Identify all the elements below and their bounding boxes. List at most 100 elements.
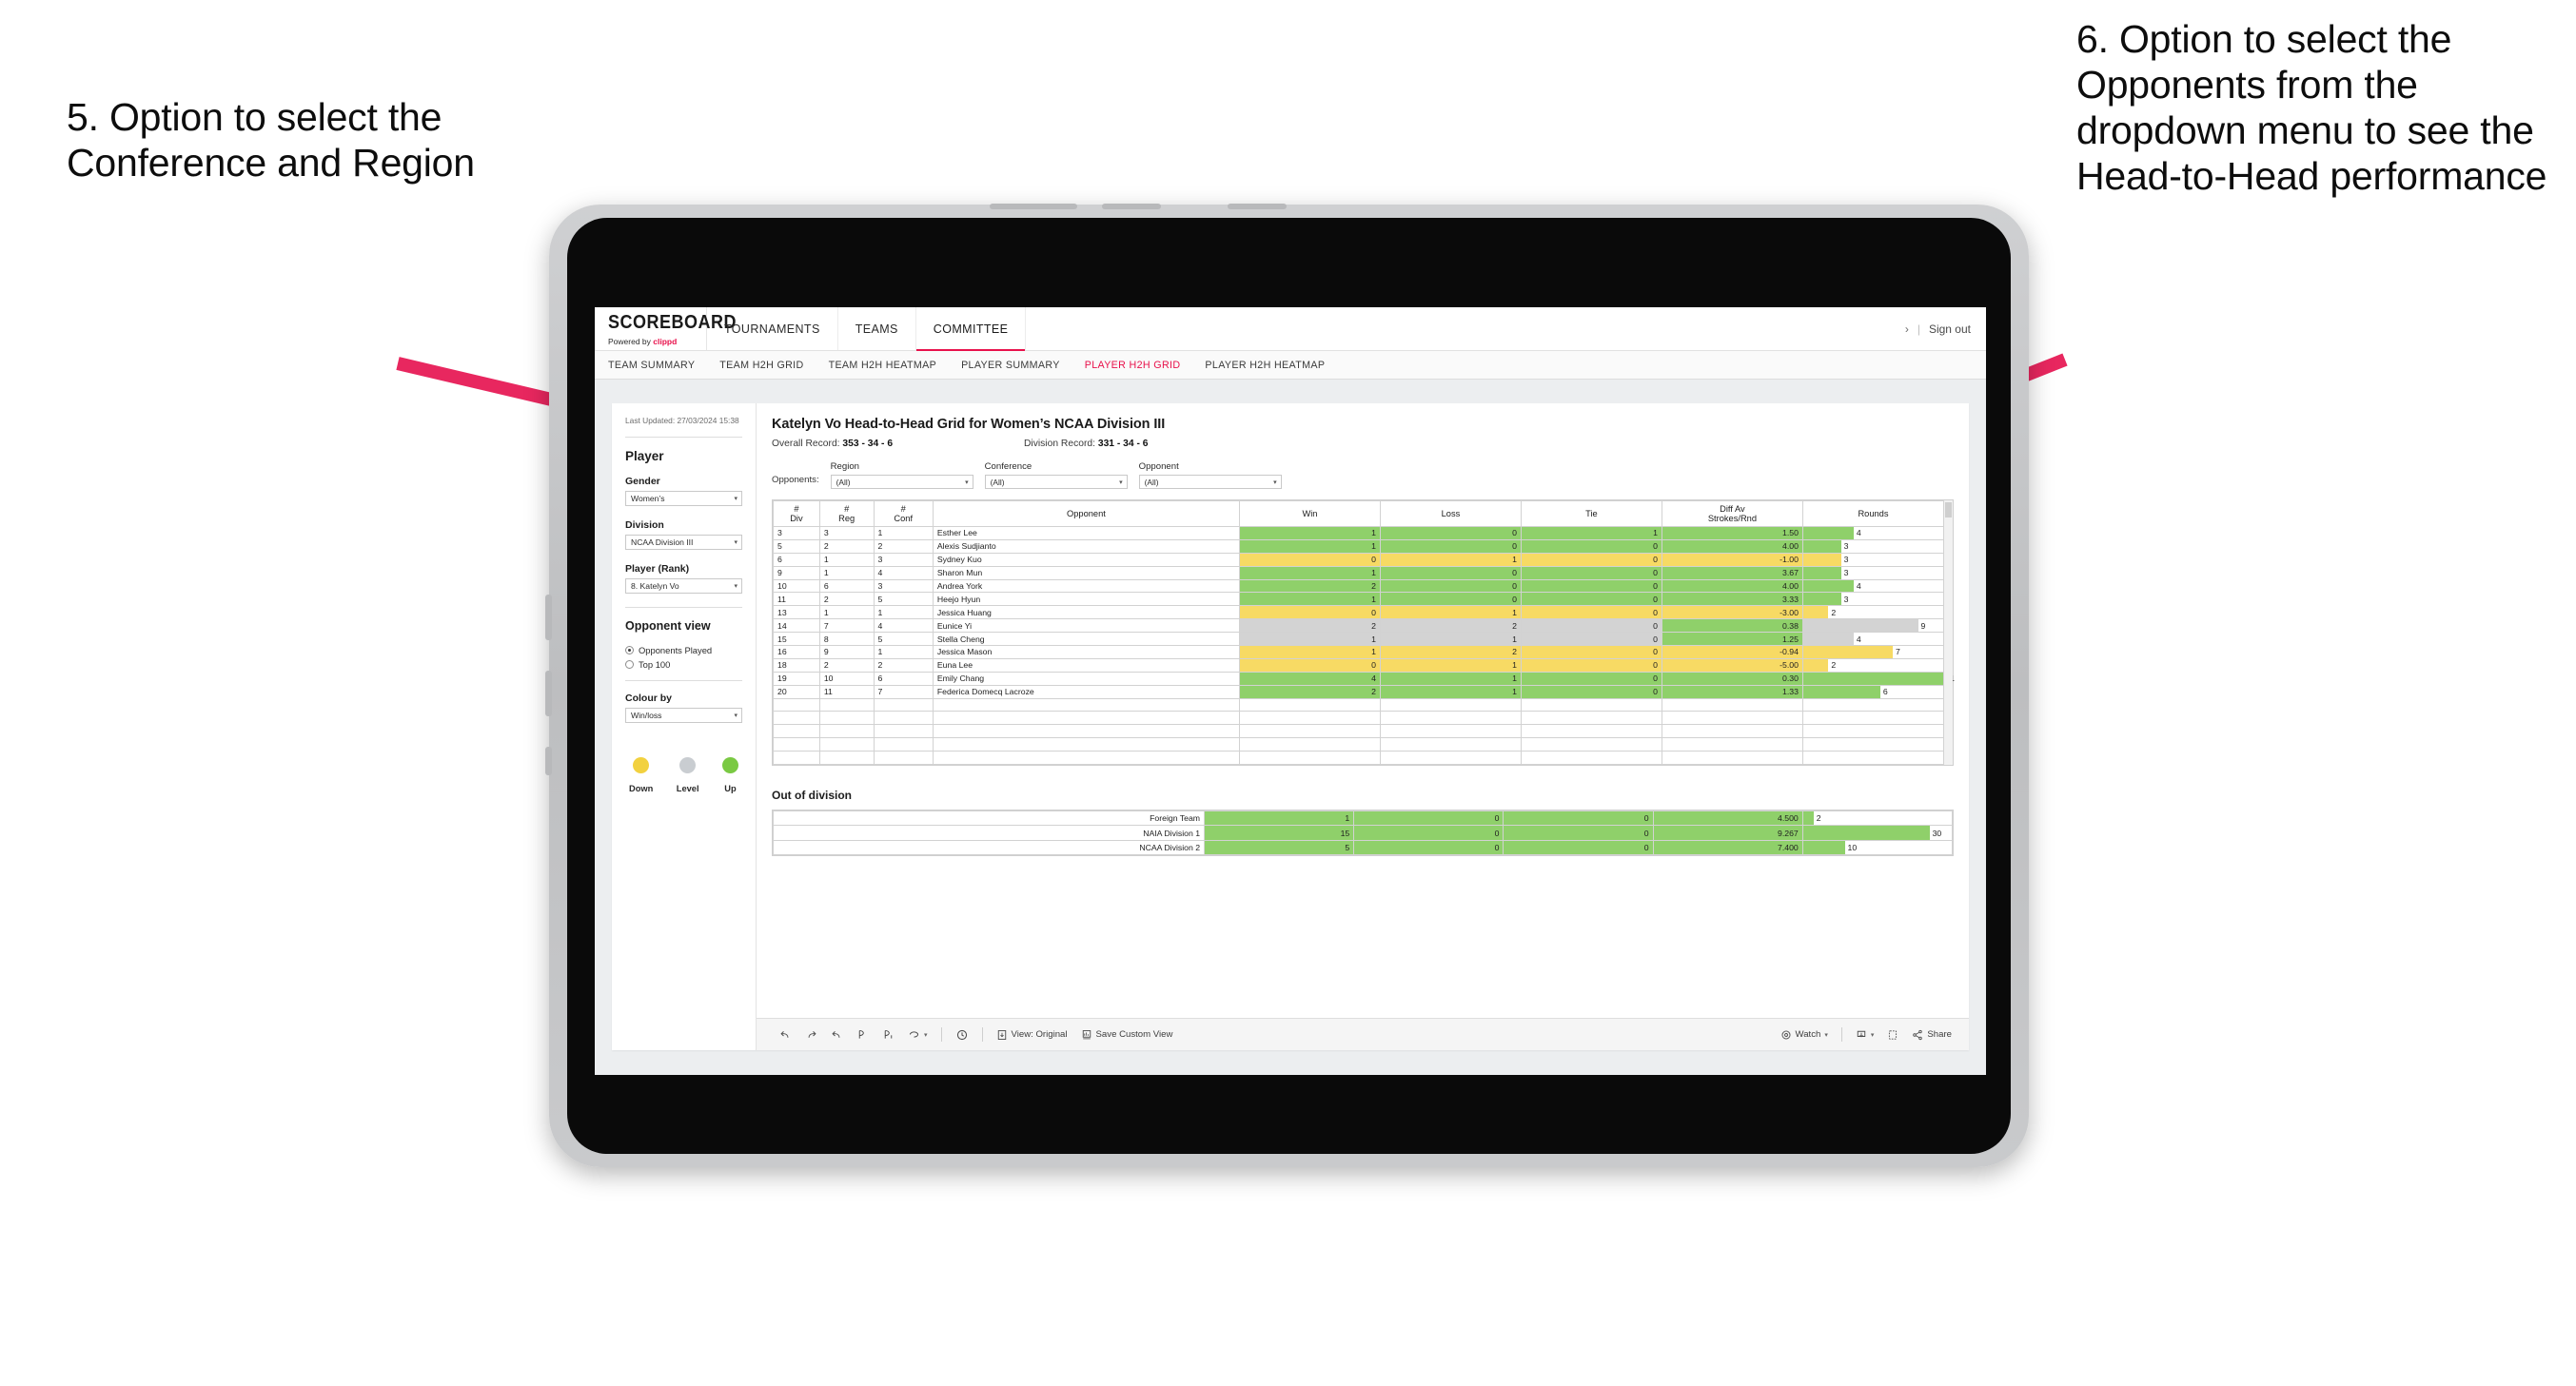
cell-win: 2 bbox=[1238, 618, 1381, 634]
cell-tie: 0 bbox=[1520, 657, 1662, 673]
col-header-conf-l1: # bbox=[900, 504, 906, 514]
player-rank-select[interactable]: 8. Katelyn Vo ▾ bbox=[625, 578, 742, 595]
refresh-icon[interactable] bbox=[856, 1028, 869, 1041]
cell-opponent: Federica Domecq Lacroze bbox=[932, 684, 1240, 699]
cell-ood-diff: 4.500 bbox=[1652, 810, 1803, 827]
subnav-item-player-h2h-grid[interactable]: PLAYER H2H GRID bbox=[1085, 360, 1181, 371]
cell-loss: 2 bbox=[1379, 645, 1522, 659]
opponent-select[interactable]: (All) ▾ bbox=[1138, 475, 1282, 489]
ood-rounds-value: 2 bbox=[1816, 813, 1821, 824]
ood-row[interactable]: NCAA Division 2 5 0 0 7.400 10 bbox=[772, 839, 1954, 856]
topnav-item-teams[interactable]: TEAMS bbox=[838, 307, 916, 350]
col-header-rounds[interactable]: Rounds bbox=[1801, 500, 1945, 527]
table-row[interactable]: 13 1 1 Jessica Huang 0 1 0 -3.00 2 bbox=[773, 605, 1945, 620]
table-row[interactable]: 15 8 5 Stella Cheng 1 1 0 1.25 4 bbox=[773, 632, 1945, 647]
table-row[interactable]: 5 2 2 Alexis Sudjianto 1 0 0 4.00 3 bbox=[773, 538, 1945, 554]
col-header-reg[interactable]: # Reg bbox=[818, 500, 875, 527]
cell-opponent: Emily Chang bbox=[932, 671, 1240, 686]
radio-opponents-played[interactable]: Opponents Played bbox=[625, 645, 742, 655]
redo-icon[interactable] bbox=[805, 1028, 817, 1041]
region-select[interactable]: (All) ▾ bbox=[830, 475, 973, 489]
cell-div: 15 bbox=[773, 632, 820, 647]
revert-icon[interactable] bbox=[831, 1028, 843, 1041]
col-header-opponent[interactable]: Opponent bbox=[932, 500, 1240, 527]
brand-logo[interactable]: SCOREBOARD Powered by clippd bbox=[595, 307, 737, 350]
h2h-grid-wrapper: # Div # Reg # Conf Opponent Win Loss Tie Di… bbox=[772, 499, 1955, 767]
player-rank-label: Player (Rank) bbox=[625, 563, 690, 576]
topnav-item-tournaments[interactable]: TOURNAMENTS bbox=[707, 307, 838, 350]
undo-icon[interactable] bbox=[779, 1028, 792, 1041]
subnav-item-player-summary[interactable]: PLAYER SUMMARY bbox=[961, 360, 1060, 371]
table-row[interactable]: 3 3 1 Esther Lee 1 0 1 1.50 4 bbox=[773, 526, 1945, 540]
division-select[interactable]: NCAA Division III ▾ bbox=[625, 535, 742, 551]
cell-tie: 0 bbox=[1520, 618, 1662, 634]
cell-loss: 0 bbox=[1379, 526, 1522, 540]
grid-scrollbar[interactable] bbox=[1944, 500, 1953, 766]
subnav-item-team-h2h-grid[interactable]: TEAM H2H GRID bbox=[719, 360, 803, 371]
save-custom-view-button[interactable]: Save Custom View bbox=[1081, 1029, 1172, 1041]
table-row[interactable]: 10 6 3 Andrea York 2 0 0 4.00 4 bbox=[773, 578, 1945, 594]
col-header-tie[interactable]: Tie bbox=[1520, 500, 1662, 527]
col-header-reg-l2: Reg bbox=[838, 514, 855, 523]
table-row[interactable]: 20 11 7 Federica Domecq Lacroze 2 1 0 1.33 6 bbox=[773, 684, 1945, 699]
subnav-item-team-summary[interactable]: TEAM SUMMARY bbox=[608, 360, 695, 371]
colour-by-select[interactable]: Win/loss ▾ bbox=[625, 708, 742, 724]
topnav-item-committee[interactable]: COMMITTEE bbox=[915, 307, 1027, 351]
reset-filters-icon[interactable]: ▾ bbox=[908, 1028, 928, 1041]
cell-opponent: Eunice Yi bbox=[932, 618, 1240, 634]
share-button[interactable]: Share bbox=[1912, 1029, 1969, 1041]
cell-conf: 6 bbox=[873, 671, 934, 686]
view-original-button[interactable]: View: Original bbox=[996, 1029, 1068, 1041]
cell-reg: 10 bbox=[818, 671, 875, 686]
cell-diff: 0.38 bbox=[1661, 618, 1803, 634]
cell-ood-name: NCAA Division 2 bbox=[772, 839, 1206, 856]
chevron-right-icon[interactable]: › bbox=[1905, 322, 1909, 336]
table-row[interactable]: 14 7 4 Eunice Yi 2 2 0 0.38 9 bbox=[773, 618, 1945, 634]
table-row[interactable]: 18 2 2 Euna Lee 0 1 0 -5.00 2 bbox=[773, 657, 1945, 673]
subnav-item-player-h2h-heatmap[interactable]: PLAYER H2H HEATMAP bbox=[1205, 360, 1325, 371]
col-header-div[interactable]: # Div bbox=[773, 500, 820, 527]
cell-diff: 3.33 bbox=[1661, 592, 1803, 607]
out-of-division-title: Out of division bbox=[772, 789, 852, 803]
table-row[interactable]: 6 1 3 Sydney Kuo 0 1 0 -1.00 3 bbox=[773, 552, 1945, 567]
col-header-loss[interactable]: Loss bbox=[1379, 500, 1522, 527]
ood-row[interactable]: Foreign Team 1 0 0 4.500 2 bbox=[772, 810, 1954, 827]
radio-top-100[interactable]: Top 100 bbox=[625, 659, 742, 670]
cell-win: 0 bbox=[1238, 552, 1381, 567]
sign-out-link[interactable]: Sign out bbox=[1929, 322, 1971, 336]
download-button[interactable]: ▾ bbox=[1856, 1029, 1874, 1041]
cell-opponent: Sydney Kuo bbox=[932, 552, 1240, 567]
cell-conf: 3 bbox=[873, 552, 934, 567]
pause-auto-update-icon[interactable] bbox=[882, 1028, 895, 1041]
tablet-side-button-2 bbox=[545, 671, 552, 716]
filters-lead-label: Opponents: bbox=[772, 475, 819, 485]
subnav-item-team-h2h-heatmap[interactable]: TEAM H2H HEATMAP bbox=[829, 360, 936, 371]
table-row[interactable]: 19106Emily Chang4100.3011 bbox=[773, 671, 1955, 686]
watch-button[interactable]: Watch ▾ bbox=[1780, 1029, 1828, 1041]
cell-div: 13 bbox=[773, 605, 820, 620]
table-row[interactable]: 9 1 4 Sharon Mun 1 0 0 3.67 3 bbox=[773, 565, 1945, 580]
legend-caption-level: Level bbox=[676, 784, 699, 794]
cell-ood-rounds: 10 bbox=[1801, 839, 1954, 856]
grid-scrollbar-thumb[interactable] bbox=[1945, 502, 1952, 517]
table-row[interactable]: 11 2 5 Heejo Hyun 1 0 0 3.33 3 bbox=[773, 592, 1945, 607]
cell-div: 18 bbox=[773, 657, 820, 673]
tablet-top-button-3 bbox=[1228, 204, 1287, 209]
ood-row[interactable]: NAIA Division 1 15 0 0 9.267 30 bbox=[772, 825, 1954, 841]
cell-ood-loss: 0 bbox=[1353, 839, 1504, 856]
cell-loss: 0 bbox=[1379, 592, 1522, 607]
table-row[interactable]: 16 9 1 Jessica Mason 1 2 0 -0.94 7 bbox=[773, 645, 1945, 659]
cell-win: 1 bbox=[1238, 592, 1381, 607]
cell-diff: 1.33 bbox=[1661, 684, 1803, 699]
sidebar-divider-2 bbox=[625, 607, 742, 609]
cell-opponent: Heejo Hyun bbox=[932, 592, 1240, 607]
col-header-conf[interactable]: # Conf bbox=[873, 500, 934, 527]
history-icon[interactable] bbox=[955, 1028, 969, 1042]
conference-select[interactable]: (All) ▾ bbox=[984, 475, 1128, 489]
cell-rounds: 3 bbox=[1801, 592, 1945, 607]
gender-select[interactable]: Women’s ▾ bbox=[625, 491, 742, 507]
col-header-diff[interactable]: Diff Av Strokes/Rnd bbox=[1661, 500, 1803, 527]
fullscreen-icon[interactable] bbox=[1887, 1029, 1898, 1041]
toolbar-divider-1 bbox=[940, 1027, 942, 1042]
col-header-win[interactable]: Win bbox=[1238, 500, 1381, 527]
